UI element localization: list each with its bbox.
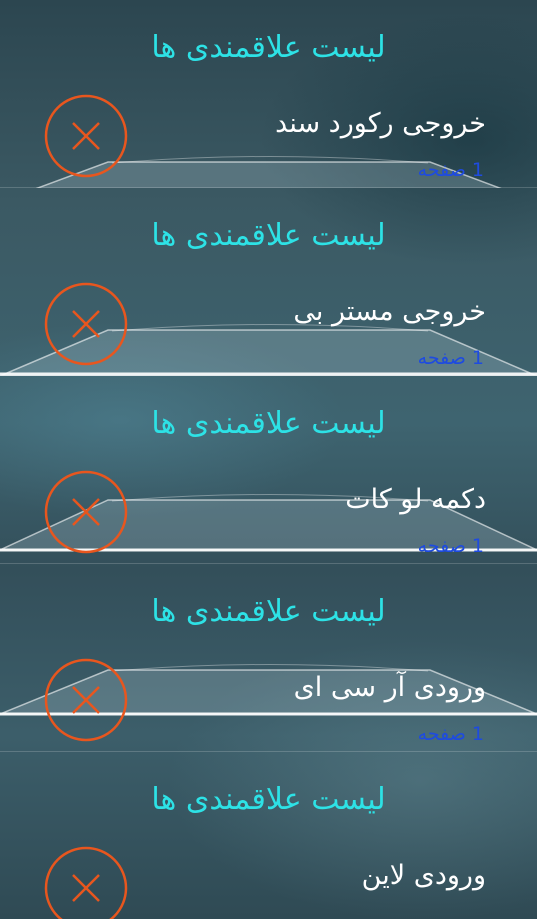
favorite-item-pages: 1 صفحه: [417, 723, 484, 745]
favorite-item-pages: 1 صفحه: [417, 347, 484, 369]
favorite-item-name[interactable]: دکمه لو کات: [345, 482, 486, 518]
delete-button[interactable]: [44, 282, 128, 366]
delete-button[interactable]: [44, 94, 128, 178]
close-circle-icon: [44, 94, 128, 178]
close-circle-icon: [44, 282, 128, 366]
favorite-item-name[interactable]: خروجی مستر بی: [293, 294, 486, 330]
close-circle-icon: [44, 846, 128, 919]
favorite-item[interactable]: لیست علاقمندی ها خروجی رکورد سند 1 صفحه: [0, 0, 537, 188]
favorites-header: لیست علاقمندی ها: [151, 30, 386, 65]
favorites-header: لیست علاقمندی ها: [151, 594, 386, 629]
favorite-item[interactable]: لیست علاقمندی ها ورودی آر سی ای 1 صفحه: [0, 564, 537, 752]
favorite-item-name[interactable]: ورودی لاین: [362, 858, 486, 894]
favorites-header: لیست علاقمندی ها: [151, 782, 386, 817]
delete-button[interactable]: [44, 658, 128, 742]
close-circle-icon: [44, 470, 128, 554]
delete-button[interactable]: [44, 470, 128, 554]
favorites-list: لیست علاقمندی ها خروجی رکورد سند 1 صفحه …: [0, 0, 537, 919]
favorites-header: لیست علاقمندی ها: [151, 218, 386, 253]
favorite-item[interactable]: لیست علاقمندی ها ورودی لاین: [0, 752, 537, 919]
favorite-item-pages: 1 صفحه: [417, 535, 484, 557]
favorite-item[interactable]: لیست علاقمندی ها دکمه لو کات 1 صفحه: [0, 376, 537, 564]
favorite-item-pages: 1 صفحه: [417, 159, 484, 181]
favorite-item-name[interactable]: ورودی آر سی ای: [294, 670, 486, 706]
favorite-item-name[interactable]: خروجی رکورد سند: [275, 106, 486, 142]
delete-button[interactable]: [44, 846, 128, 919]
favorite-item[interactable]: لیست علاقمندی ها خروجی مستر بی 1 صفحه: [0, 188, 537, 376]
favorites-header: لیست علاقمندی ها: [151, 406, 386, 441]
close-circle-icon: [44, 658, 128, 742]
